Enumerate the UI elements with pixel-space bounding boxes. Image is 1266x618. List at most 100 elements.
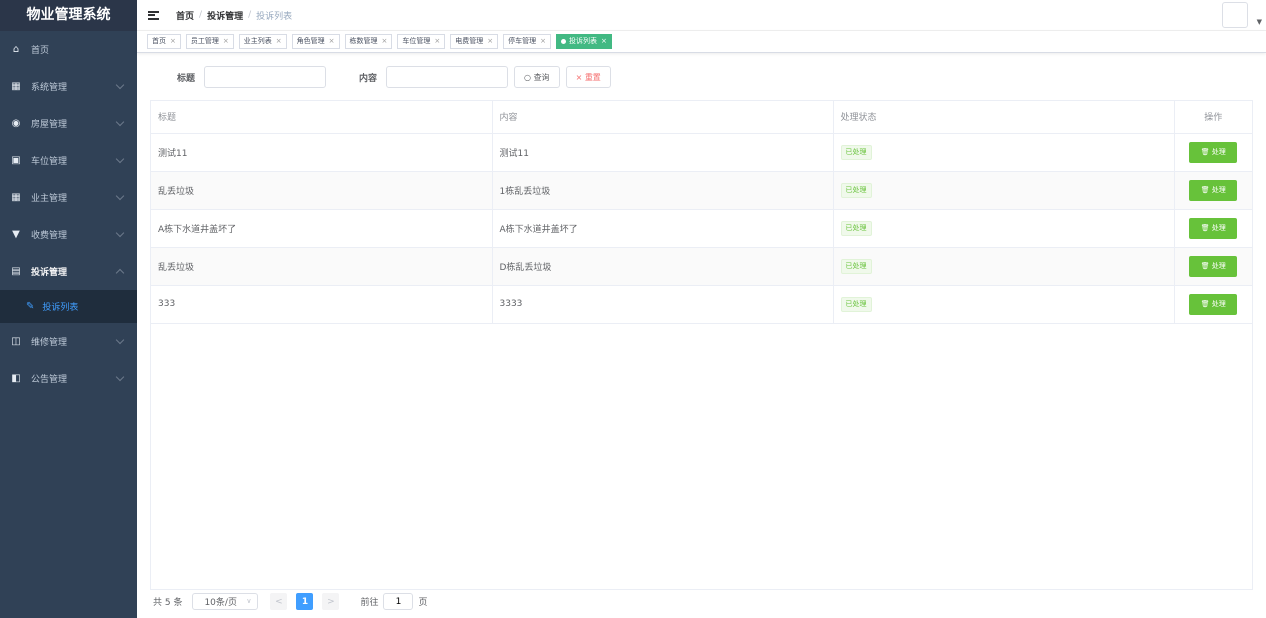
cell-title: 333 [151,285,493,324]
breadcrumb-current: 投诉列表 [256,11,293,22]
tag-item[interactable]: 电费管理 × [450,34,499,49]
handle-button-label: 处理 [1211,262,1226,270]
trash-icon: 🗑 [1200,186,1212,194]
dashboard-icon: ⌂ [12,44,20,55]
sidebar-item-charge[interactable]: ▼ 收费管理 [0,216,137,253]
chart-icon: ◫ [11,336,21,347]
column-header-action: 操作 [1174,101,1252,134]
cell-content: 1栋乱丢垃圾 [492,171,834,210]
close-icon[interactable]: × [276,37,282,45]
cell-action: 🗑 处理 [1174,171,1252,210]
breadcrumb-complaint[interactable]: 投诉管理 [207,9,243,22]
sidebar-item-label: 首页 [31,46,50,56]
content-label: 内容 [359,73,378,84]
chevron-down-icon: ∨ [246,597,252,605]
tag-item[interactable]: 员工管理 × [185,34,234,49]
table-row: 333 3333 已处理 🗑 处理 [151,285,1252,324]
tag-label: 栋数管理 [349,37,378,45]
column-header-title: 标题 [151,101,493,134]
notice-icon: ◧ [11,373,21,384]
hamburger-menu-icon[interactable] [148,10,159,20]
tag-item[interactable]: 业主列表 × [238,34,287,49]
status-badge: 已处理 [840,296,872,312]
sidebar-item-label: 车位管理 [31,157,68,167]
navbar: 首页 / 投诉管理 / 投诉列表 ▼ [137,0,1266,31]
sidebar-subitem-label: 投诉列表 [42,303,79,313]
tag-item[interactable]: 栋数管理 × [344,34,393,49]
close-icon[interactable]: × [329,37,335,45]
sidebar-item-complaint[interactable]: ▤ 投诉管理 [0,253,137,290]
close-icon[interactable]: × [487,37,493,45]
reset-button-label: 重置 [584,72,601,82]
tag-item-active[interactable]: 投诉列表 × [556,34,612,49]
content-input[interactable] [386,66,509,88]
cell-status: 已处理 [833,285,1175,324]
title-label: 标题 [177,73,196,84]
cell-status: 已处理 [833,171,1175,210]
caret-down-icon[interactable]: ▼ [1257,18,1262,26]
page-size-select[interactable]: 10条/页 ∨ [192,593,259,610]
cell-status: 已处理 [833,209,1175,248]
chevron-down-icon [115,335,125,345]
handle-button-label: 处理 [1211,224,1226,232]
sidebar-item-label: 收费管理 [31,231,68,241]
cell-content: D栋乱丢垃圾 [492,247,834,286]
status-badge: 已处理 [840,182,872,198]
title-input[interactable] [204,66,327,88]
status-badge: 已处理 [840,220,872,236]
close-icon[interactable]: × [434,37,440,45]
tag-item[interactable]: 首页 × [147,34,181,49]
tag-item[interactable]: 车位管理 × [397,34,446,49]
cell-content: 测试11 [492,133,834,172]
chevron-down-icon [115,191,125,201]
close-icon[interactable]: × [170,37,176,45]
status-badge: 已处理 [840,258,872,274]
column-header-status: 处理状态 [833,101,1175,134]
sidebar-item-repair[interactable]: ◫ 维修管理 [0,323,137,360]
goto-page-input[interactable] [383,593,414,610]
pagination-total: 共 5 条 [153,598,183,608]
handle-button[interactable]: 🗑 处理 [1189,217,1238,239]
sidebar-item-home[interactable]: ⌂ 首页 [0,31,137,68]
cell-title: A栋下水道井盖坏了 [151,209,493,248]
handle-button[interactable]: 🗑 处理 [1189,179,1238,201]
next-page-button[interactable]: > [322,593,340,610]
table-row: 测试11 测试11 已处理 🗑 处理 [151,133,1252,172]
close-icon[interactable]: × [382,37,388,45]
house-icon: ◉ [11,118,21,129]
cell-action: 🗑 处理 [1174,209,1252,248]
sidebar-item-label: 公告管理 [31,375,68,385]
sidebar-item-house[interactable]: ◉ 房屋管理 [0,105,137,142]
query-button[interactable]: ○ 查询 [514,66,560,88]
table-row: 乱丢垃圾 D栋乱丢垃圾 已处理 🗑 处理 [151,247,1252,286]
tag-item[interactable]: 角色管理 × [291,34,340,49]
avatar[interactable] [1222,2,1248,28]
sidebar-item-notice[interactable]: ◧ 公告管理 [0,360,137,397]
table-row: A栋下水道井盖坏了 A栋下水道井盖坏了 已处理 🗑 处理 [151,209,1252,248]
trash-icon: 🗑 [1200,148,1212,156]
edit-icon: ✎ [26,301,35,312]
close-icon[interactable]: × [601,37,607,45]
tags-view: 首页 × 员工管理 × 业主列表 × 角色管理 × 栋数管理 × 车位管理 × 电费管理 × … [137,31,1266,53]
sidebar-item-system[interactable]: ▦ 系统管理 [0,68,137,105]
breadcrumb-home[interactable]: 首页 [176,9,194,22]
close-icon[interactable]: × [223,37,229,45]
prev-page-button[interactable]: < [270,593,288,610]
handle-button[interactable]: 🗑 处理 [1189,141,1238,163]
sidebar-subitem-complaint-list[interactable]: ✎ 投诉列表 [0,290,137,323]
close-icon[interactable]: × [540,37,546,45]
sidebar-item-owner[interactable]: ▦ 业主管理 [0,179,137,216]
page-number-button[interactable]: 1 [296,593,314,610]
complaint-table: 标题 内容 处理状态 操作 测试11 测试11 已处理 🗑 处理 乱丢垃圾 1栋… [150,100,1253,590]
tag-item[interactable]: 停车管理 × [503,34,551,49]
search-form: 标题 内容 ○ 查询 × 重置 [150,66,611,88]
breadcrumb-separator: / [248,10,252,20]
sidebar-item-parking[interactable]: ▣ 车位管理 [0,142,137,179]
chevron-down-icon [115,228,125,238]
handle-button-label: 处理 [1211,300,1226,308]
handle-button[interactable]: 🗑 处理 [1189,293,1238,315]
handle-button[interactable]: 🗑 处理 [1189,255,1238,277]
cell-status: 已处理 [833,247,1175,286]
reset-button[interactable]: × 重置 [565,66,611,88]
page-size-value: 10条/页 [204,598,237,608]
